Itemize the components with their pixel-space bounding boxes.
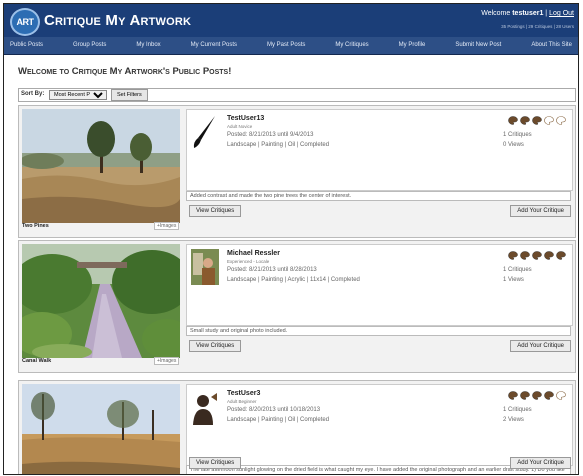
palette-icon [544, 251, 554, 260]
nav-submit-new-post[interactable]: Submit New Post [455, 37, 501, 54]
view-count: 2 Views [503, 417, 524, 423]
site-stats: 35 Postings | 29 Critiques | 28 Users [501, 24, 574, 29]
post-card: Canal Walk +Images Michael Ressler Exper… [18, 240, 576, 373]
post-description: Small study and original photo included. [186, 326, 571, 336]
palette-icon [508, 251, 518, 260]
browser-viewport: ART Critique My Artwork Welcome testuser… [3, 3, 579, 475]
palette-icon [532, 116, 542, 125]
palette-icon [532, 251, 542, 260]
view-critiques-button[interactable]: View Critiques [189, 340, 242, 352]
nav-public-posts[interactable]: Public Posts [10, 37, 43, 54]
nav-my-current-posts[interactable]: My Current Posts [191, 37, 237, 54]
palette-icon [532, 391, 542, 400]
images-link[interactable]: +Images [154, 222, 180, 230]
artwork-thumbnail[interactable] [22, 244, 180, 358]
set-filters-button[interactable]: Set Filters [111, 89, 148, 101]
palette-icon [556, 251, 566, 260]
post-info: TestUser3 Adult Beginner Posted: 8/20/20… [186, 384, 573, 466]
palette-rating [508, 251, 566, 260]
welcome-prefix: Welcome [481, 10, 511, 17]
post-dates: Posted: 8/20/2013 until 10/18/2013 [227, 407, 321, 413]
nav-group-posts[interactable]: Group Posts [73, 37, 106, 54]
username: testuser1 [512, 10, 544, 17]
main-nav: Public Posts Group Posts My Inbox My Cur… [4, 37, 578, 55]
artwork-thumbnail[interactable] [22, 109, 180, 223]
palette-empty-icon [544, 116, 554, 125]
post-author[interactable]: TestUser13 [227, 115, 264, 122]
critique-count: 1 Critiques [503, 267, 532, 273]
site-title[interactable]: Critique My Artwork [44, 12, 191, 29]
logout-link[interactable]: Log Out [549, 10, 574, 17]
palette-empty-icon [556, 116, 566, 125]
sort-select[interactable]: Most Recent Post [49, 90, 107, 100]
palette-rating [508, 391, 566, 400]
post-dates: Posted: 8/21/2013 until 9/4/2013 [227, 132, 314, 138]
nav-my-past-posts[interactable]: My Past Posts [267, 37, 305, 54]
palette-rating [508, 116, 566, 125]
logo-text: ART [16, 17, 35, 27]
palette-icon [520, 116, 530, 125]
user-photo-avatar [191, 249, 219, 285]
add-critique-button[interactable]: Add Your Critique [510, 340, 571, 352]
post-card: Two Pines +Images TestUser13 Adult Novic… [18, 105, 576, 238]
view-critiques-button[interactable]: View Critiques [189, 457, 242, 469]
add-critique-button[interactable]: Add Your Critique [510, 205, 571, 217]
post-dates: Posted: 8/21/2013 until 8/28/2013 [227, 267, 317, 273]
welcome-text: Welcome testuser1 | Log Out [481, 10, 574, 17]
user-silhouette-avatar [193, 393, 217, 425]
post-info: Michael Ressler Experienced - Locale Pos… [186, 244, 573, 326]
artwork-thumbnail[interactable] [22, 384, 180, 475]
palette-icon [508, 391, 518, 400]
post-info: TestUser13 Adult Novice Posted: 8/21/201… [186, 109, 573, 191]
sort-label: Sort By: [21, 91, 45, 97]
add-critique-button[interactable]: Add Your Critique [510, 457, 571, 469]
author-level: Adult Beginner [227, 399, 257, 404]
palette-icon [508, 116, 518, 125]
brush-avatar-icon [193, 116, 215, 148]
nav-my-inbox[interactable]: My Inbox [136, 37, 160, 54]
palette-icon [520, 251, 530, 260]
critique-count: 1 Critiques [503, 407, 532, 413]
page-title: Welcome to Critique My Artwork's Public … [18, 66, 232, 77]
post-author[interactable]: TestUser3 [227, 390, 260, 397]
post-description: Added contrast and made the two pine tre… [186, 191, 571, 201]
author-level: Adult Novice [227, 124, 253, 129]
view-count: 0 Views [503, 142, 524, 148]
view-critiques-button[interactable]: View Critiques [189, 205, 242, 217]
post-card: TestUser3 Adult Beginner Posted: 8/20/20… [18, 380, 576, 475]
site-header: ART Critique My Artwork Welcome testuser… [4, 4, 578, 37]
post-tags: Landscape | Painting | Oil | Completed [227, 142, 330, 148]
palette-empty-icon [556, 391, 566, 400]
nav-my-profile[interactable]: My Profile [399, 37, 426, 54]
palette-icon [544, 391, 554, 400]
palette-icon [520, 391, 530, 400]
post-tags: Landscape | Painting | Acrylic | 11x14 |… [227, 277, 360, 283]
post-tags: Landscape | Painting | Oil | Completed [227, 417, 330, 423]
nav-my-critiques[interactable]: My Critiques [335, 37, 368, 54]
post-author[interactable]: Michael Ressler [227, 250, 280, 257]
images-link[interactable]: +Images [154, 357, 180, 365]
site-logo[interactable]: ART [10, 8, 40, 36]
filter-bar: Sort By: Most Recent Post Set Filters [18, 88, 576, 102]
author-level: Experienced - Locale [227, 259, 270, 264]
nav-about[interactable]: About This Site [531, 37, 572, 54]
view-count: 1 Views [503, 277, 524, 283]
critique-count: 1 Critiques [503, 132, 532, 138]
